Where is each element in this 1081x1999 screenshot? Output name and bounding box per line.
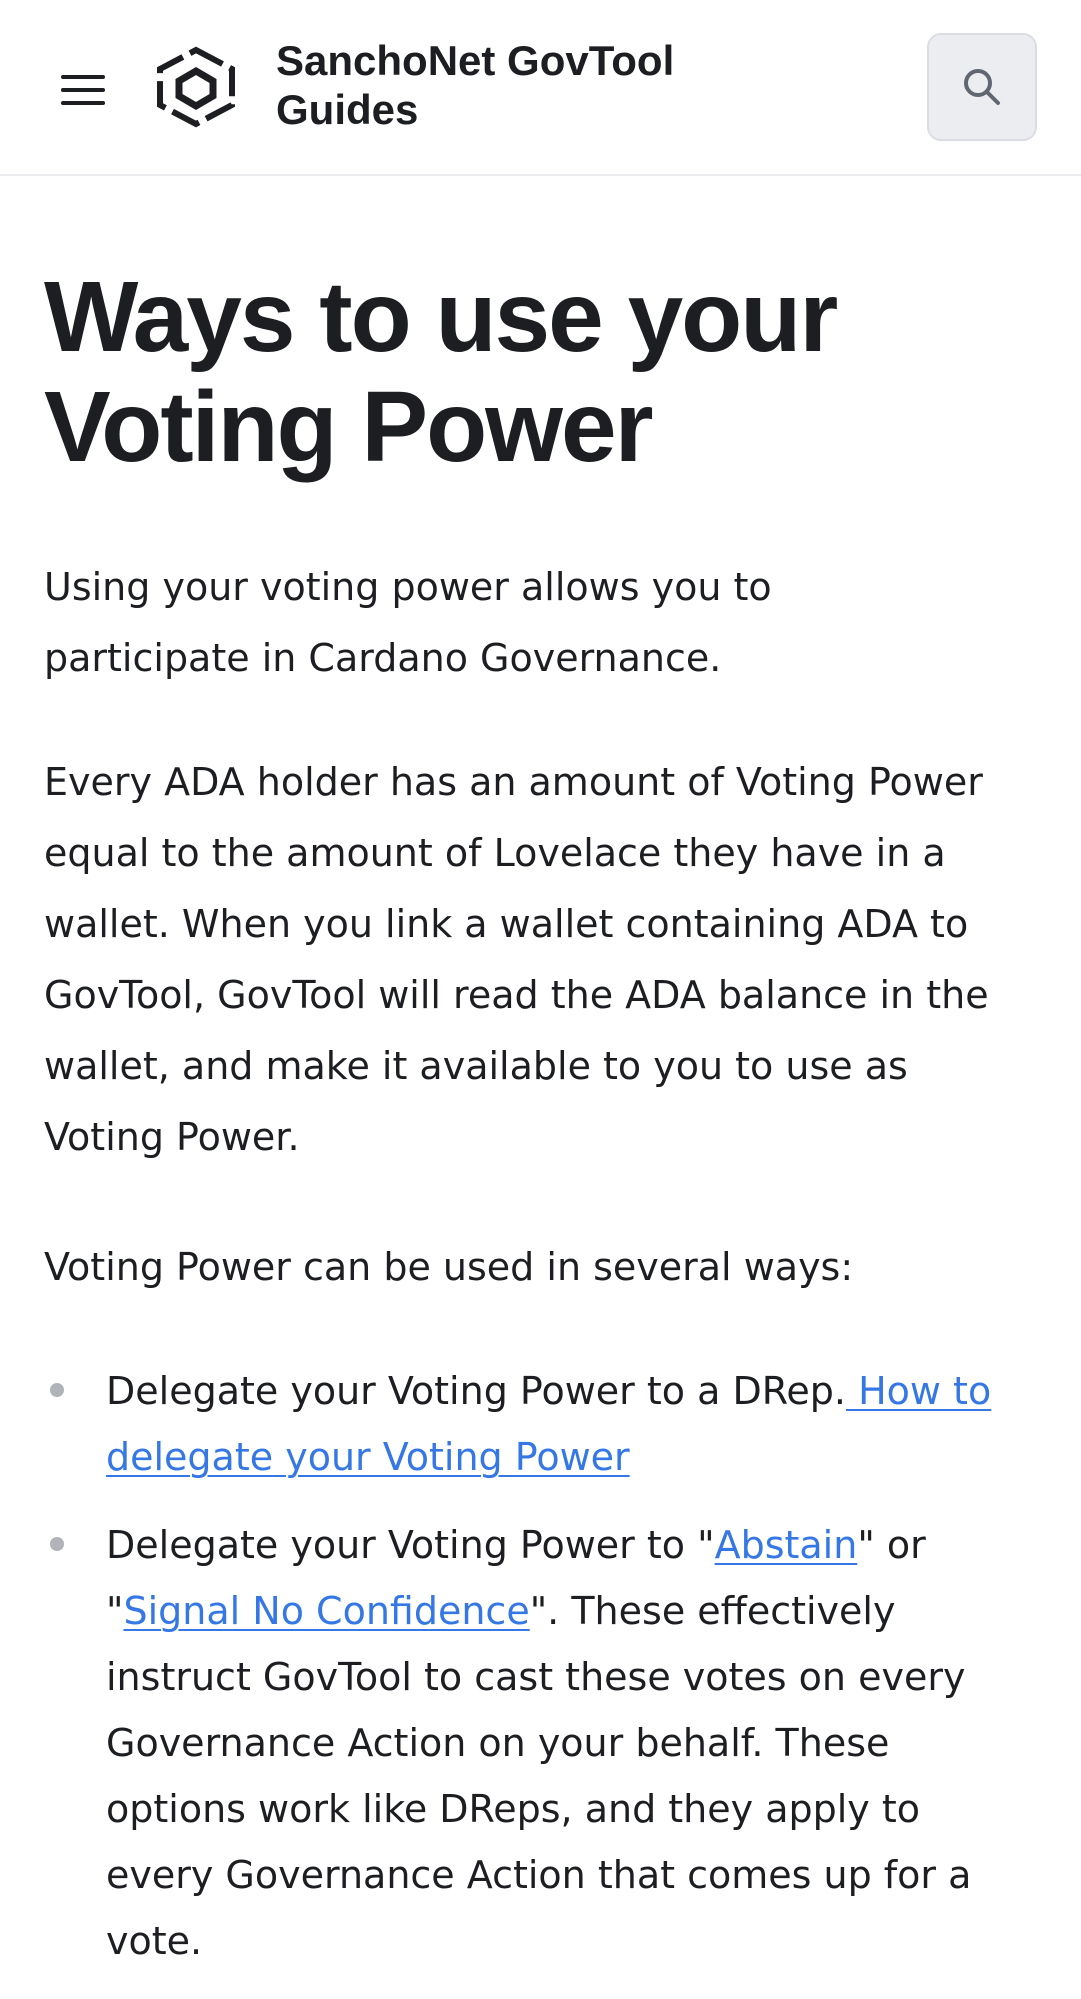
bullet-icon [50, 1537, 64, 1551]
signal-no-confidence-link[interactable]: Signal No Confidence [123, 1589, 529, 1633]
search-button[interactable] [927, 33, 1037, 141]
ways-list: Delegate your Voting Power to a DRep. Ho… [44, 1358, 1044, 1996]
page-title: Ways to use your Voting Power [44, 261, 838, 483]
list-item: Delegate your Voting Power to "Abstain" … [44, 1512, 1036, 1974]
list-item-text: Delegate your Voting Power to a DRep. [106, 1369, 846, 1413]
bullet-icon [50, 1383, 64, 1397]
ways-intro-paragraph: Voting Power can be used in several ways… [44, 1245, 854, 1289]
menu-button[interactable] [50, 60, 116, 120]
voting-power-paragraph: Every ADA holder has an amount of Voting… [44, 760, 989, 1159]
list-item: Delegate your Voting Power to a DRep. Ho… [44, 1358, 1036, 1490]
list-item-text: Delegate your Voting Power to " [106, 1523, 715, 1567]
hexagon-logo-icon[interactable] [150, 44, 242, 130]
intro-paragraph: Using your voting power allows you to pa… [44, 565, 772, 680]
abstain-link[interactable]: Abstain [715, 1523, 858, 1567]
search-icon [964, 69, 1000, 105]
list-item-text: ". These effectively instruct GovTool to… [106, 1589, 972, 1963]
navbar: SanchoNet GovTool Guides [0, 0, 1081, 176]
site-title[interactable]: SanchoNet GovTool Guides [276, 36, 756, 134]
hamburger-menu-icon [61, 75, 105, 105]
